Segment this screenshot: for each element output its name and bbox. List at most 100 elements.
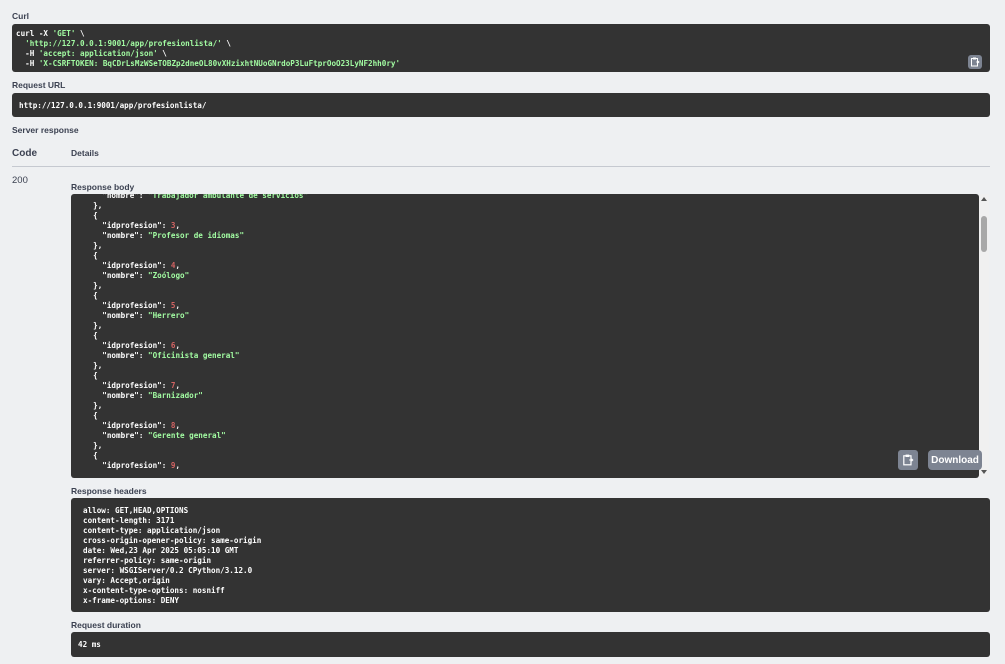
curl-text: curl -X <box>16 29 53 38</box>
curl-line: -H 'X-CSRFTOKEN: BqCDrLsMzWSeTOBZp2dneOL… <box>16 59 986 69</box>
json-line: { <box>84 251 308 261</box>
json-line: "nombre": "Herrero" <box>84 311 308 321</box>
json-key: "idprofesion": <box>84 221 171 230</box>
json-string: "Zoólogo" <box>148 271 190 280</box>
response-header-line: x-frame-options: DENY <box>83 596 180 605</box>
curl-string: 'http://127.0.0.1:9001/app/profesionlist… <box>25 39 222 48</box>
json-string: "Profesor de idiomas" <box>148 231 245 240</box>
json-key: "nombre": <box>84 431 149 440</box>
scroll-thumb[interactable] <box>981 216 987 252</box>
curl-string: 'accept: application/json' <box>38 49 158 58</box>
json-line: "nombre": "Oficinista general" <box>84 351 308 361</box>
json-line: { <box>84 331 308 341</box>
curl-string: 'GET' <box>52 29 76 38</box>
response-header-line: x-content-type-options: nosniff <box>83 586 225 595</box>
json-line: "nombre": "Trabajador ambulante de servi… <box>84 194 308 201</box>
curl-line: 'http://127.0.0.1:9001/app/profesionlist… <box>16 39 986 49</box>
server-response-label: Server response <box>12 125 79 135</box>
response-body-label: Response body <box>71 182 135 192</box>
json-punct: }, <box>84 361 103 370</box>
json-punct: { <box>84 411 98 420</box>
json-key: "nombre": <box>84 391 149 400</box>
copy-to-clipboard-icon <box>903 454 914 466</box>
json-punct: , <box>175 221 181 230</box>
json-line: { <box>84 371 308 381</box>
json-punct: { <box>84 371 98 380</box>
response-header-line: cross-origin-opener-policy: same-origin <box>83 536 262 545</box>
response-headers-label: Response headers <box>71 486 147 496</box>
curl-text: -H <box>16 59 39 68</box>
header-divider <box>12 166 990 167</box>
request-url-value: http://127.0.0.1:9001/app/profesionlista… <box>19 101 207 110</box>
json-punct: , <box>175 421 181 430</box>
json-line: "idprofesion": 5, <box>84 301 308 311</box>
json-punct: }, <box>84 241 103 250</box>
response-headers-block[interactable]: allow: GET,HEAD,OPTIONS content-length: 3… <box>71 498 990 612</box>
json-line: }, <box>84 441 308 451</box>
code-column-header: Code <box>12 148 37 159</box>
request-url-block[interactable]: http://127.0.0.1:9001/app/profesionlista… <box>12 93 990 117</box>
json-line: "idprofesion": 3, <box>84 221 308 231</box>
json-text: "nombre": <box>84 194 149 200</box>
curl-text: \ <box>221 39 231 48</box>
json-punct: }, <box>84 441 103 450</box>
curl-string: 'X-CSRFTOKEN: BqCDrLsMzWSeTOBZp2dneOL80v… <box>38 59 401 68</box>
json-key: "idprofesion": <box>84 381 171 390</box>
response-header-line: content-type: application/json <box>83 526 221 535</box>
json-line: }, <box>84 241 308 251</box>
response-body-scrollbar[interactable] <box>979 194 989 478</box>
details-column-header: Details <box>71 148 99 158</box>
json-string: "Oficinista general" <box>148 351 240 360</box>
json-punct: , <box>175 381 181 390</box>
json-string: "Herrero" <box>148 311 190 320</box>
scroll-down-arrow[interactable] <box>981 470 987 474</box>
json-string: "Trabajador ambulante de servicios" <box>148 194 309 200</box>
json-line: { <box>84 211 308 221</box>
json-line: }, <box>84 361 308 371</box>
response-header-line: referrer-policy: same-origin <box>83 556 212 565</box>
curl-code-block[interactable]: curl -X 'GET' \ 'http://127.0.0.1:9001/a… <box>12 24 990 72</box>
json-punct: , <box>175 301 181 310</box>
response-header-line: allow: GET,HEAD,OPTIONS <box>83 506 189 515</box>
request-url-label: Request URL <box>12 80 66 90</box>
json-key: "idprofesion": <box>84 301 171 310</box>
scroll-up-arrow[interactable] <box>981 197 987 201</box>
json-line: "idprofesion": 8, <box>84 421 308 431</box>
json-line: { <box>84 451 308 461</box>
json-line: "idprofesion": 6, <box>84 341 308 351</box>
copy-response-button[interactable] <box>898 450 918 470</box>
json-punct: }, <box>84 321 103 330</box>
json-line: }, <box>84 321 308 331</box>
response-header-line: content-length: 3171 <box>83 516 175 525</box>
request-duration-value: 42 ms <box>78 640 101 649</box>
curl-text: \ <box>157 49 167 58</box>
json-punct: }, <box>84 401 103 410</box>
response-code: 200 <box>12 175 28 186</box>
copy-curl-button[interactable] <box>968 55 982 69</box>
json-punct: , <box>175 461 181 470</box>
json-punct: { <box>84 211 98 220</box>
json-line: "nombre": "Zoólogo" <box>84 271 308 281</box>
json-key: "nombre": <box>84 311 149 320</box>
response-header-line: date: Wed,23 Apr 2025 05:05:10 GMT <box>83 546 239 555</box>
json-string: "Barnizador" <box>148 391 203 400</box>
response-body-block[interactable]: "nombre": "Trabajador ambulante de servi… <box>71 194 979 478</box>
json-punct: { <box>84 331 98 340</box>
json-line: "idprofesion": 4, <box>84 261 308 271</box>
curl-text: \ <box>75 29 85 38</box>
json-key: "nombre": <box>84 351 149 360</box>
json-punct: { <box>84 451 98 460</box>
download-button[interactable]: Download <box>928 450 982 470</box>
json-string: "Gerente general" <box>148 431 226 440</box>
request-duration-block: 42 ms <box>71 632 990 657</box>
response-header-line: server: WSGIServer/0.2 CPython/3.12.0 <box>83 566 253 575</box>
json-key: "idprofesion": <box>84 261 171 270</box>
json-punct: , <box>175 261 181 270</box>
json-key: "idprofesion": <box>84 421 171 430</box>
json-line: "idprofesion": 9, <box>84 461 308 471</box>
json-line: "nombre": "Profesor de idiomas" <box>84 231 308 241</box>
json-line: }, <box>84 401 308 411</box>
response-header-line: vary: Accept,origin <box>83 576 170 585</box>
json-key: "idprofesion": <box>84 461 171 470</box>
json-punct: , <box>175 341 181 350</box>
